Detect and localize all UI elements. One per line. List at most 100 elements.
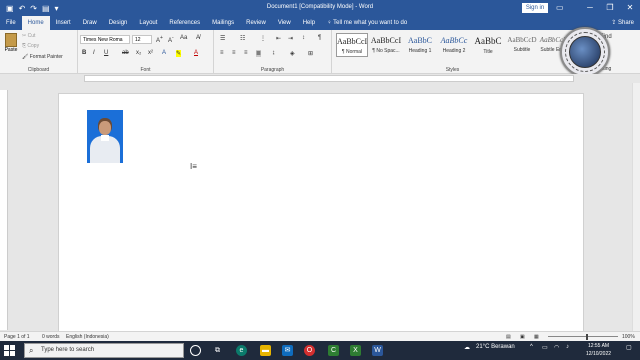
restore-button[interactable]: ❐ [600,0,620,16]
tab-help[interactable]: Help [297,16,321,30]
windows-start-icon[interactable] [4,345,15,356]
tab-view[interactable]: View [272,16,297,30]
style-title[interactable]: AaBbC Title [472,33,504,57]
strikethrough-icon[interactable]: ab [122,50,129,56]
cut-button[interactable]: ✂ Cut [22,33,35,39]
tab-design[interactable]: Design [103,16,134,30]
word-count[interactable]: 0 words [42,334,60,340]
mail-icon[interactable]: ✉ [282,345,293,356]
text-effects-icon[interactable]: A [162,50,166,56]
tab-draw[interactable]: Draw [77,16,103,30]
font-name-box[interactable]: Times New Roma [80,35,130,44]
style-normal[interactable]: AaBbCcI ¶ Normal [336,33,368,57]
paste-button[interactable]: Paste [4,33,18,55]
customize-qat-icon[interactable]: ▾ [55,4,59,13]
taskbar-search[interactable]: ⌕ Type here to search [24,343,184,358]
battery-icon[interactable]: ▭ [542,344,548,351]
decrease-indent-icon[interactable]: ⇤ [276,35,281,42]
volume-icon[interactable]: ♪ [566,344,569,350]
ribbon-display-icon[interactable]: ▭ [556,3,564,12]
underline-icon[interactable]: U [104,50,108,56]
task-view-icon[interactable]: ⧉ [212,345,223,356]
tab-references[interactable]: References [163,16,206,30]
sign-in-button[interactable]: Sign in [522,3,548,13]
increase-indent-icon[interactable]: ⇥ [288,35,293,42]
paste-label: Paste [4,47,18,53]
italic-icon[interactable]: I [93,50,95,56]
highlight-icon[interactable]: ✎ [176,50,182,57]
copy-button[interactable]: ⎘ Copy [22,43,39,49]
show-marks-icon[interactable]: ¶ [318,35,321,41]
font-group: Times New Roma 12 A+ A- Aa A̸ B I U ab x… [78,30,214,74]
bold-icon[interactable]: B [82,50,86,56]
read-mode-icon[interactable]: ▤ [506,334,511,340]
format-painter-button[interactable]: 🖌 Format Painter [22,54,63,60]
multilevel-list-icon[interactable]: ⋮ [260,35,266,42]
superscript-icon[interactable]: x² [148,50,153,56]
opera-icon[interactable]: O [304,345,315,356]
tab-home[interactable]: Home [21,16,50,30]
language-indicator[interactable]: English (Indonesia) [66,334,109,340]
chevron-up-icon[interactable]: ^ [530,344,533,350]
numbering-icon[interactable]: ☷ [240,35,245,42]
document-page[interactable] [58,93,584,333]
autosave-icon[interactable]: ▣ [6,4,14,13]
subscript-icon[interactable]: x₂ [136,50,141,56]
text-cursor-icon: I≡ [190,162,197,171]
weather-text[interactable]: 21°C Berawan [476,344,515,350]
zoom-level[interactable]: 100% [622,334,635,340]
cortana-icon[interactable] [190,345,201,356]
clear-formatting-icon[interactable]: A̸ [196,35,200,41]
weather-icon[interactable]: ☁ [464,344,470,351]
tab-layout[interactable]: Layout [133,16,163,30]
share-label: Share [617,20,634,26]
grow-font-icon[interactable]: A+ [156,35,163,44]
sort-icon[interactable]: ↕ [302,35,305,41]
clipboard-group: Paste ✂ Cut ⎘ Copy 🖌 Format Painter Clip… [0,30,78,74]
close-button[interactable]: ✕ [620,0,640,16]
page-count[interactable]: Page 1 of 1 [4,334,30,340]
web-layout-icon[interactable]: ▦ [534,334,539,340]
undo-icon[interactable]: ↶ [19,4,26,13]
tab-mailings[interactable]: Mailings [206,16,240,30]
align-right-icon[interactable]: ≡ [244,50,248,56]
tell-me-search[interactable]: ♀ Tell me what you want to do [327,16,407,30]
vertical-scrollbar[interactable] [632,83,640,331]
bullets-icon[interactable]: ☰ [220,35,225,42]
borders-icon[interactable]: ⊞ [308,50,313,57]
style-no-spacing[interactable]: AaBbCcI ¶ No Spac... [370,33,402,57]
ruler-scale[interactable] [84,75,574,82]
style-heading-1[interactable]: AaBbC Heading 1 [404,33,436,57]
style-subtitle[interactable]: AaBbCcD Subtitle [506,33,538,57]
word-icon[interactable]: W [372,345,383,356]
line-spacing-icon[interactable]: ↨ [272,50,275,56]
camtasia-icon[interactable]: C [328,345,339,356]
save-icon[interactable]: ▤ [42,4,50,13]
file-explorer-icon[interactable]: ▬ [260,345,271,356]
edge-icon[interactable]: e [236,345,247,356]
redo-icon[interactable]: ↷ [30,4,37,13]
font-size-box[interactable]: 12 [132,35,152,44]
paragraph-label: Paragraph [260,67,285,73]
share-button[interactable]: ⇪ Share [611,16,634,30]
font-color-icon[interactable]: A [194,50,198,56]
style-heading-2[interactable]: AaBbCc Heading 2 [438,33,470,57]
minimize-button[interactable]: ─ [580,0,600,16]
notifications-icon[interactable]: ▢ [626,344,632,351]
excel-icon[interactable]: X [350,345,361,356]
align-left-icon[interactable]: ≡ [220,50,224,56]
shrink-font-icon[interactable]: A- [168,35,174,44]
taskbar-clock[interactable]: 12:55 AM 12/10/2022 [586,342,611,358]
align-center-icon[interactable]: ≡ [232,50,236,56]
shading-icon[interactable]: ◈ [290,50,295,57]
network-icon[interactable]: ◠ [554,344,559,351]
zoom-thumb[interactable] [586,334,588,340]
tab-review[interactable]: Review [240,16,272,30]
justify-icon[interactable]: ≣ [256,50,262,57]
tab-file[interactable]: File [0,16,22,30]
tab-insert[interactable]: Insert [50,16,77,30]
portrait-photo[interactable] [87,110,123,163]
change-case-icon[interactable]: Aa [180,35,187,41]
print-layout-icon[interactable]: ▣ [520,334,525,340]
zoom-slider[interactable] [548,336,618,337]
